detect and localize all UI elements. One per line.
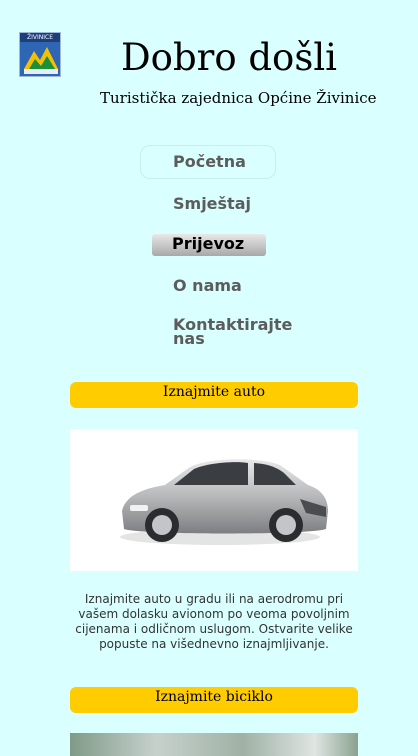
nav-item-pocetna[interactable]: Početna	[173, 153, 246, 170]
nav-item-kontakt[interactable]: Kontaktirajte nas	[173, 317, 303, 347]
silver-car-icon	[120, 459, 328, 545]
page-subtitle: Turistička zajednica Općine Živinice	[100, 89, 377, 107]
section-description-auto: Iznajmite auto u gradu ili na aerodromu …	[75, 592, 353, 651]
car-photo	[70, 429, 358, 571]
nav-item-o-nama[interactable]: O nama	[173, 277, 242, 294]
section-banner-biciklo: Iznajmite biciklo	[70, 687, 358, 713]
section-banner-auto: Iznajmite auto	[70, 382, 358, 408]
page-title: Dobro došli	[121, 36, 337, 79]
nav-item-smjestaj[interactable]: Smještaj	[173, 195, 251, 212]
bicycle-photo	[70, 733, 358, 756]
nav-item-prijevoz[interactable]: Prijevoz	[152, 234, 266, 256]
